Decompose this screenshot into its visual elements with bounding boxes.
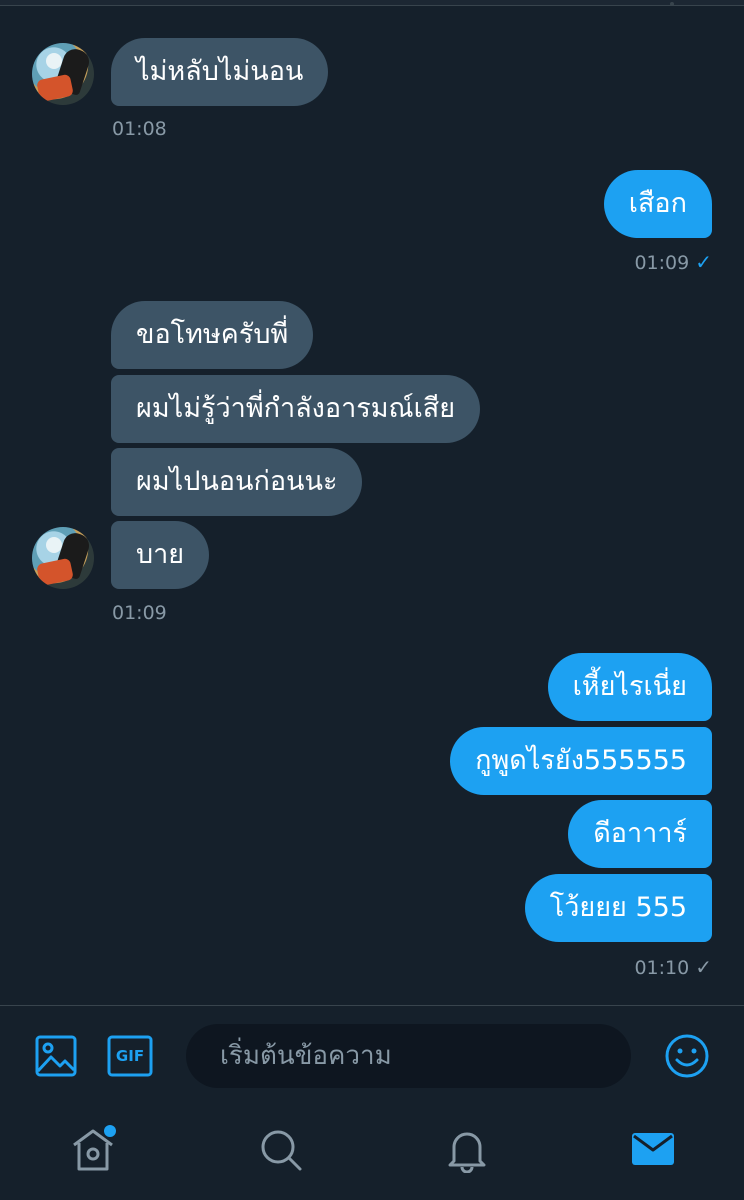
message-status: 01:09 ✓ [634, 250, 712, 274]
message-composer: GIF เริ่มต้นข้อความ [0, 1005, 744, 1104]
incoming-message[interactable]: บาย [111, 521, 210, 589]
message-status: 01:10 ✓ [634, 955, 712, 979]
tab-home[interactable] [70, 1125, 116, 1177]
top-divider [0, 0, 744, 6]
message-input[interactable]: เริ่มต้นข้อความ [186, 1024, 631, 1088]
avatar-detail [36, 73, 74, 103]
tab-search[interactable] [258, 1125, 304, 1177]
incoming-message[interactable]: ไม่หลับไม่นอน [111, 38, 329, 106]
incoming-message[interactable]: ผมไปนอนก่อนนะ [111, 448, 363, 516]
bottom-tab-bar [0, 1103, 744, 1200]
bell-icon [448, 1132, 486, 1174]
outgoing-message[interactable]: กูพูดไรยัง555555 [450, 727, 712, 795]
check-icon: ✓ [695, 250, 712, 274]
message-input-placeholder: เริ่มต้นข้อความ [220, 1041, 392, 1071]
gif-label: GIF [115, 1047, 145, 1065]
notification-dot [104, 1125, 116, 1137]
image-icon[interactable] [35, 1035, 77, 1081]
message-timestamp: 01:10 [634, 957, 690, 979]
tab-notifications[interactable] [444, 1125, 490, 1177]
top-indicator [670, 2, 674, 6]
search-icon [261, 1130, 302, 1171]
contact-avatar[interactable] [32, 527, 94, 589]
message-timestamp: 01:09 [634, 252, 690, 274]
avatar-detail [36, 557, 74, 587]
gif-icon[interactable]: GIF [107, 1035, 153, 1081]
message-timestamp: 01:09 [112, 602, 167, 624]
check-icon: ✓ [695, 955, 712, 979]
message-timestamp: 01:08 [112, 118, 167, 140]
outgoing-message[interactable]: เหี้ยไรเนี่ย [547, 653, 712, 721]
outgoing-message[interactable]: โว้ยยย 555 [524, 874, 712, 942]
tab-messages[interactable] [630, 1125, 676, 1177]
mail-icon [632, 1133, 674, 1165]
incoming-message[interactable]: ขอโทษครับพี่ [111, 301, 314, 369]
outgoing-message[interactable]: ดีอาาาร์ [568, 800, 712, 868]
emoji-icon[interactable] [664, 1033, 710, 1083]
contact-avatar[interactable] [32, 43, 94, 105]
outgoing-message[interactable]: เสือก [603, 170, 712, 238]
incoming-message[interactable]: ผมไม่รู้ว่าพี่กำลังอารมณ์เสีย [111, 375, 481, 443]
